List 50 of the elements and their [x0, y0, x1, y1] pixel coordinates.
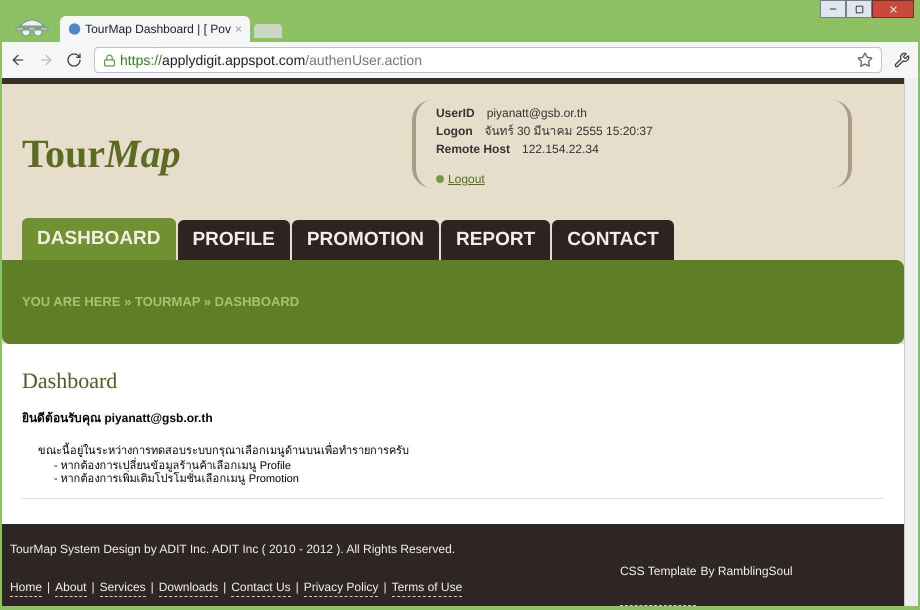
welcome-text: ยินดีต้อนรับคุณ piyanatt@gsb.or.th [22, 410, 214, 427]
field-value: 122.154.22.34 [522, 141, 599, 158]
field-value: piyanatt@gsb.or.th [486, 105, 587, 122]
url-text: https://applydigit.appspot.com/authenUser.action [120, 50, 422, 70]
maximize-button[interactable] [846, 0, 872, 18]
field-value: จันทร์ 30 มีนาคม 2555 15:20:37 [484, 123, 653, 140]
footer-link[interactable]: Home [10, 578, 42, 597]
field-label: UserID [436, 105, 475, 122]
intro-text: ขณะนี้อยู่ในระหว่างการทดสอบระบบกรุณาเลือกเมนูด้านบนเพื่อทำรายการครับ [38, 443, 884, 460]
nav-tab[interactable]: CONTACT [552, 220, 674, 260]
footer-link[interactable]: Downloads [158, 578, 218, 597]
separator: | [296, 579, 299, 596]
footer-link[interactable]: Services [100, 578, 146, 597]
instruction-item: - หากต้องการเปลี่ยนข้อมูลร้านค้าเลือกเมนู Profile [54, 460, 292, 472]
page-title: Dashboard [22, 367, 118, 395]
bullet-icon [436, 175, 444, 183]
nav-tab[interactable]: PROFILE [178, 220, 290, 260]
footer-link[interactable]: About [55, 578, 86, 597]
bookmark-star-icon[interactable] [857, 52, 873, 68]
tab-title: TourMap Dashboard | [ Pov [85, 21, 231, 38]
reload-icon[interactable] [66, 52, 82, 68]
field-label: Logon [436, 123, 473, 140]
logout-link[interactable]: Logout [448, 170, 485, 188]
maximize-icon [854, 4, 864, 14]
browser-tab[interactable]: TourMap Dashboard | [ Pov × [60, 16, 250, 42]
separator: | [150, 579, 154, 596]
instruction-item: - หากต้องการเพิ่มเติมโปรโมชั่นเลือกเมนู Promotion [54, 472, 300, 486]
footer-link[interactable]: Privacy Policy [304, 578, 378, 597]
back-icon[interactable] [10, 52, 26, 68]
separator: | [47, 579, 50, 596]
footer-link[interactable]: Contact Us [231, 578, 291, 597]
address-bar[interactable]: https://applydigit.appspot.com/authenUser.action [94, 47, 882, 73]
nav-tab[interactable]: REPORT [441, 220, 550, 260]
close-icon [888, 4, 898, 14]
separator: | [383, 579, 387, 596]
copyright-text: TourMap System Design by ADIT Inc. ADIT Inc ( 2010 - 2012 ). All Rights Reserved. [10, 541, 456, 558]
lock-icon [103, 54, 116, 66]
separator: | [92, 579, 95, 596]
credit-text: By RamblingSoul [700, 563, 793, 580]
breadcrumb: YOU ARE HERE » TOURMAP » DASHBOARD [22, 293, 300, 312]
template-link[interactable]: CSS Template [620, 562, 696, 606]
nav-tab[interactable]: PROMOTION [292, 220, 440, 260]
separator: | [223, 579, 226, 596]
logo: TourMap [22, 130, 182, 178]
globe-icon [68, 22, 82, 36]
wrench-icon[interactable] [894, 52, 910, 68]
footer-link[interactable]: Terms of Use [392, 578, 462, 597]
close-button[interactable] [872, 0, 914, 18]
field-label: Remote Host [436, 141, 510, 158]
scrollbar[interactable] [904, 78, 918, 606]
